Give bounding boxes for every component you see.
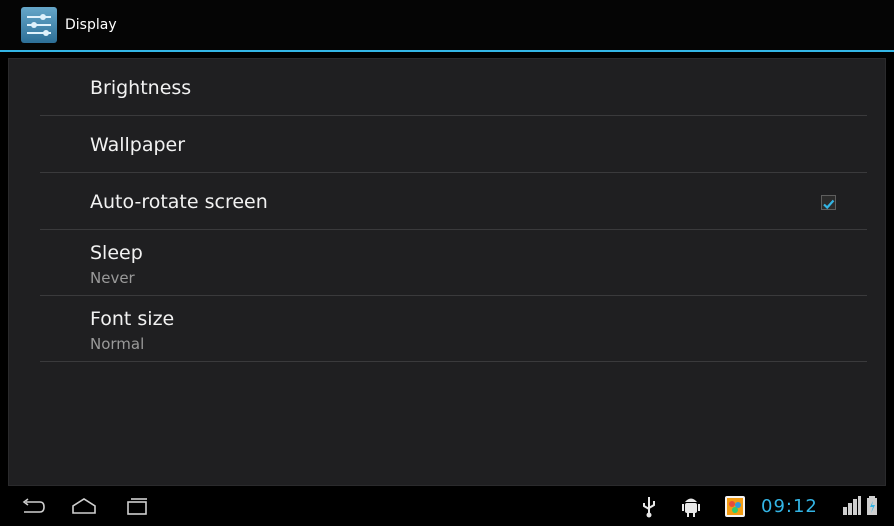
setting-label: Brightness: [90, 77, 192, 99]
setting-label: Font size: [90, 308, 175, 330]
back-icon[interactable]: [18, 494, 46, 518]
setting-label: Auto-rotate screen: [90, 191, 268, 213]
setting-label: Wallpaper: [90, 134, 186, 156]
settings-list: Brightness Wallpaper Auto-rotate screen …: [8, 58, 886, 486]
setting-label: Sleep: [90, 242, 143, 264]
setting-wallpaper[interactable]: Wallpaper: [40, 116, 867, 173]
battery-icon: [866, 493, 878, 519]
signal-icon: [842, 493, 862, 519]
gallery-notification-icon[interactable]: [723, 493, 747, 519]
display-settings-icon[interactable]: [21, 7, 57, 43]
setting-brightness[interactable]: Brightness: [40, 59, 867, 116]
action-bar: Display: [0, 0, 894, 50]
setting-summary: Never: [90, 269, 135, 287]
setting-summary: Normal: [90, 335, 145, 353]
home-icon[interactable]: [70, 494, 98, 518]
clock: 09:12: [761, 496, 818, 517]
checkmark-icon: [823, 199, 835, 210]
system-bar: 09:12: [0, 486, 894, 526]
usb-icon: [641, 493, 657, 519]
setting-font-size[interactable]: Font size Normal: [40, 296, 867, 362]
recent-apps-icon[interactable]: [122, 494, 150, 518]
android-debug-icon: [682, 493, 700, 519]
setting-sleep[interactable]: Sleep Never: [40, 230, 867, 296]
auto-rotate-checkbox[interactable]: [821, 195, 836, 210]
action-bar-divider: [0, 50, 894, 52]
setting-auto-rotate[interactable]: Auto-rotate screen: [40, 173, 867, 230]
page-title: Display: [65, 17, 117, 33]
